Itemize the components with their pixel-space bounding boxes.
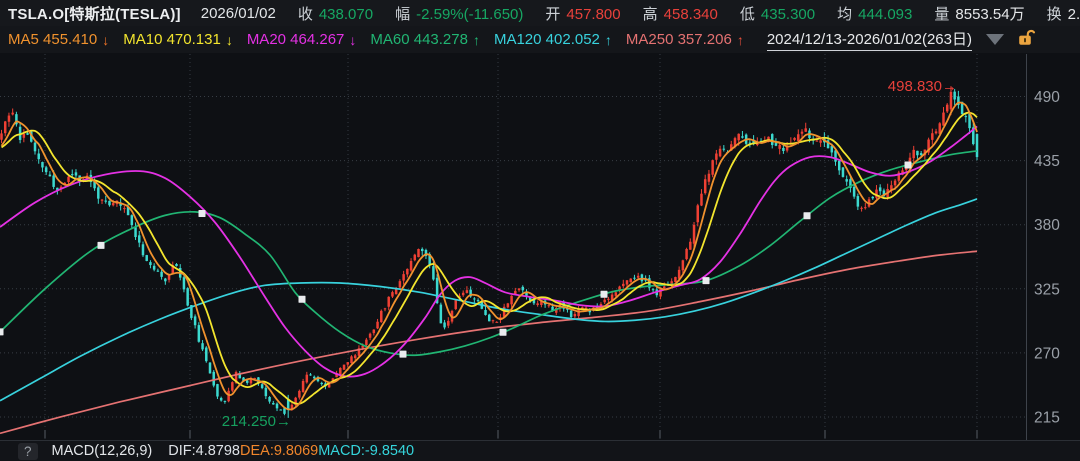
annotations-layer: 498.830→ 214.250→ bbox=[222, 78, 957, 430]
quote-field-change: 幅-2.59%(-11.650) bbox=[395, 3, 523, 24]
macd-macd-value: MACD:-9.8540 bbox=[318, 443, 414, 459]
trend-arrow-icon: ↑ bbox=[473, 32, 480, 48]
ma-values: MA5 455.410↓ MA10 470.131↓ MA20 464.267↓ MA… bbox=[8, 31, 758, 48]
chevron-down-icon[interactable] bbox=[986, 34, 1004, 45]
unlock-icon[interactable] bbox=[1016, 28, 1036, 52]
price-axis-label: 270 bbox=[1034, 345, 1060, 362]
price-axis-label: 435 bbox=[1034, 153, 1060, 170]
macd-dif-value: DIF:4.8798 bbox=[168, 443, 240, 459]
quote-fields: 收438.070 幅-2.59%(-11.650) 开457.800 高458.340… bbox=[276, 3, 1080, 24]
ma-legend-ma10[interactable]: MA10 470.131↓ bbox=[123, 31, 233, 48]
candles-layer[interactable] bbox=[0, 86, 978, 418]
trend-arrow-icon: ↓ bbox=[226, 32, 233, 48]
period-low-annotation: 214.250→ bbox=[222, 413, 291, 430]
ma-legend-ma60[interactable]: MA60 443.278↑ bbox=[370, 31, 480, 48]
macd-title[interactable]: MACD(12,26,9) bbox=[52, 443, 153, 459]
stock-chart-app: 498.830→ 214.250→ 490 435 380 325 270 215 TSLA.… bbox=[0, 0, 1080, 461]
symbol-name[interactable]: TSLA.O[特斯拉(TESLA)] bbox=[8, 3, 181, 24]
price-axis-label: 490 bbox=[1034, 89, 1060, 106]
quote-header: TSLA.O[特斯拉(TESLA)] 2026/01/02 收438.070 幅-… bbox=[0, 0, 1080, 26]
trend-arrow-icon: ↓ bbox=[349, 32, 356, 48]
quote-field-low: 低435.300 bbox=[740, 3, 815, 24]
trend-arrow-icon: ↑ bbox=[605, 32, 612, 48]
ma-legend-ma250[interactable]: MA250 357.206↑ bbox=[626, 31, 744, 48]
ma-legend-ma5[interactable]: MA5 455.410↓ bbox=[8, 31, 109, 48]
price-axis-label: 380 bbox=[1034, 217, 1060, 234]
macd-indicator-bar: ? MACD(12,26,9) DIF:4.8798 DEA:9.8069 MA… bbox=[0, 441, 1080, 461]
trend-arrow-icon: ↓ bbox=[102, 32, 109, 48]
trend-arrow-icon: ↑ bbox=[737, 32, 744, 48]
ma-legend-ma120[interactable]: MA120 402.052↑ bbox=[494, 31, 612, 48]
quote-field-open: 开457.800 bbox=[545, 3, 620, 24]
quote-field-close: 收438.070 bbox=[298, 3, 373, 24]
price-axis-label: 215 bbox=[1034, 410, 1060, 427]
period-high-annotation: 498.830→ bbox=[888, 78, 957, 95]
price-axis-label: 325 bbox=[1034, 281, 1060, 298]
quote-field-turnover: 换2.57% bbox=[1047, 3, 1080, 24]
ma-toolbar: MA5 455.410↓ MA10 470.131↓ MA20 464.267↓ MA… bbox=[0, 26, 1080, 53]
help-icon[interactable]: ? bbox=[18, 443, 38, 460]
quote-field-high: 高458.340 bbox=[643, 3, 718, 24]
ma-legend-ma20[interactable]: MA20 464.267↓ bbox=[247, 31, 357, 48]
ma-line-ma250 bbox=[0, 251, 977, 433]
gridlines-layer bbox=[0, 54, 1026, 440]
quote-field-avg: 均444.093 bbox=[837, 3, 912, 24]
quote-field-volume: 量8553.54万 bbox=[934, 3, 1024, 24]
quote-date: 2026/01/02 bbox=[201, 5, 276, 22]
ma-lines-layer bbox=[0, 102, 977, 433]
macd-dea-value: DEA:9.8069 bbox=[240, 443, 318, 459]
candlestick-chart[interactable]: 498.830→ 214.250→ 490 435 380 325 270 215 bbox=[0, 0, 1080, 461]
date-range-selector[interactable]: 2024/12/13-2026/01/02(263日) bbox=[767, 28, 972, 51]
ma-line-ma120 bbox=[0, 199, 977, 401]
